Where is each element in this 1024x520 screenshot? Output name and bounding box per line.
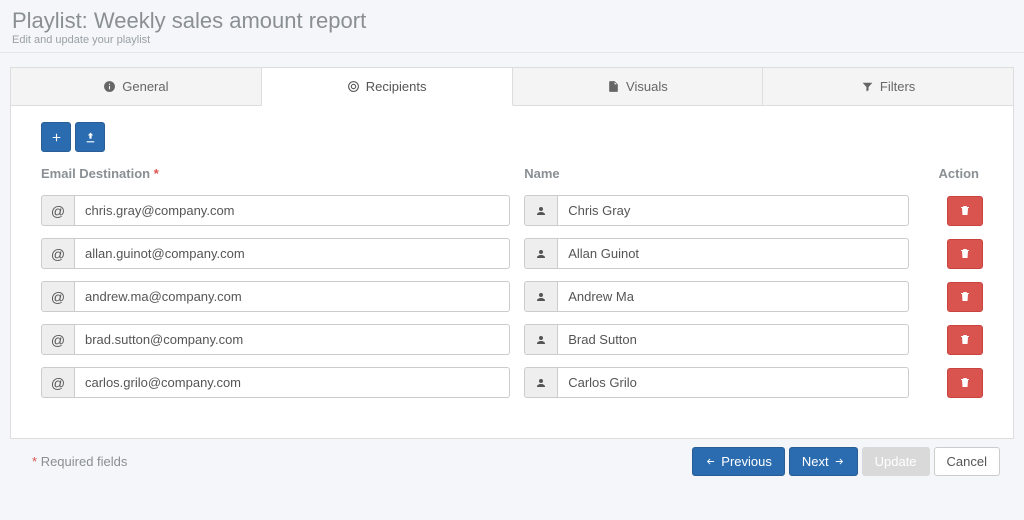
page-header: Playlist: Weekly sales amount report Edi… [0,0,1024,53]
delete-row-button[interactable] [947,368,983,398]
user-icon [524,281,558,312]
arrow-right-icon [834,456,845,467]
email-input-group: @ [41,324,510,355]
tab-visuals-label: Visuals [626,79,668,94]
name-input[interactable] [558,324,909,355]
trash-icon [959,290,971,303]
tab-panel: Email Destination * Name Action @ @ [10,106,1014,439]
upload-recipients-button[interactable] [75,122,105,152]
name-input[interactable] [558,281,909,312]
tab-visuals[interactable]: Visuals [513,67,764,106]
delete-row-button[interactable] [947,282,983,312]
name-input-group [524,281,909,312]
name-input-group [524,195,909,226]
user-icon [524,324,558,355]
tab-recipients-label: Recipients [366,79,427,94]
at-icon: @ [41,238,75,269]
name-input-group [524,324,909,355]
trash-icon [959,333,971,346]
delete-row-button[interactable] [947,239,983,269]
arrow-left-icon [705,456,716,467]
at-icon: @ [41,367,75,398]
tabs: General Recipients Visuals Filters [10,67,1014,106]
page-title: Playlist: Weekly sales amount report [12,8,1012,34]
next-button[interactable]: Next [789,447,858,476]
filter-icon [861,80,874,93]
name-input[interactable] [558,238,909,269]
delete-row-button[interactable] [947,325,983,355]
required-mark: * [154,166,159,181]
email-input-group: @ [41,195,510,226]
tab-general-label: General [122,79,168,94]
email-input-group: @ [41,281,510,312]
tab-recipients[interactable]: Recipients [262,67,513,106]
at-icon: @ [41,281,75,312]
toolbar [41,122,983,152]
email-input[interactable] [75,281,510,312]
name-input[interactable] [558,367,909,398]
add-recipient-button[interactable] [41,122,71,152]
at-icon: @ [41,324,75,355]
email-input-group: @ [41,238,510,269]
email-input[interactable] [75,367,510,398]
trash-icon [959,247,971,260]
user-icon [524,367,558,398]
tab-general[interactable]: General [10,67,262,106]
column-header-action: Action [923,166,983,183]
footer: * Required fields Previous Next Update C… [10,439,1014,476]
tab-filters[interactable]: Filters [763,67,1014,106]
email-input-group: @ [41,367,510,398]
trash-icon [959,376,971,389]
email-input[interactable] [75,324,510,355]
at-icon: @ [41,195,75,226]
name-input-group [524,238,909,269]
target-icon [347,80,360,93]
info-icon [103,80,116,93]
name-input-group [524,367,909,398]
file-icon [607,80,620,93]
upload-icon [84,131,97,144]
column-header-email: Email Destination * [41,166,510,183]
update-button: Update [862,447,930,476]
user-icon [524,195,558,226]
plus-icon [50,131,63,144]
email-input[interactable] [75,238,510,269]
delete-row-button[interactable] [947,196,983,226]
required-fields-note: * Required fields [32,454,127,469]
cancel-button[interactable]: Cancel [934,447,1000,476]
tab-filters-label: Filters [880,79,915,94]
page-subtitle: Edit and update your playlist [12,34,1012,46]
column-header-name: Name [524,166,909,183]
previous-button[interactable]: Previous [692,447,785,476]
name-input[interactable] [558,195,909,226]
trash-icon [959,204,971,217]
email-input[interactable] [75,195,510,226]
user-icon [524,238,558,269]
